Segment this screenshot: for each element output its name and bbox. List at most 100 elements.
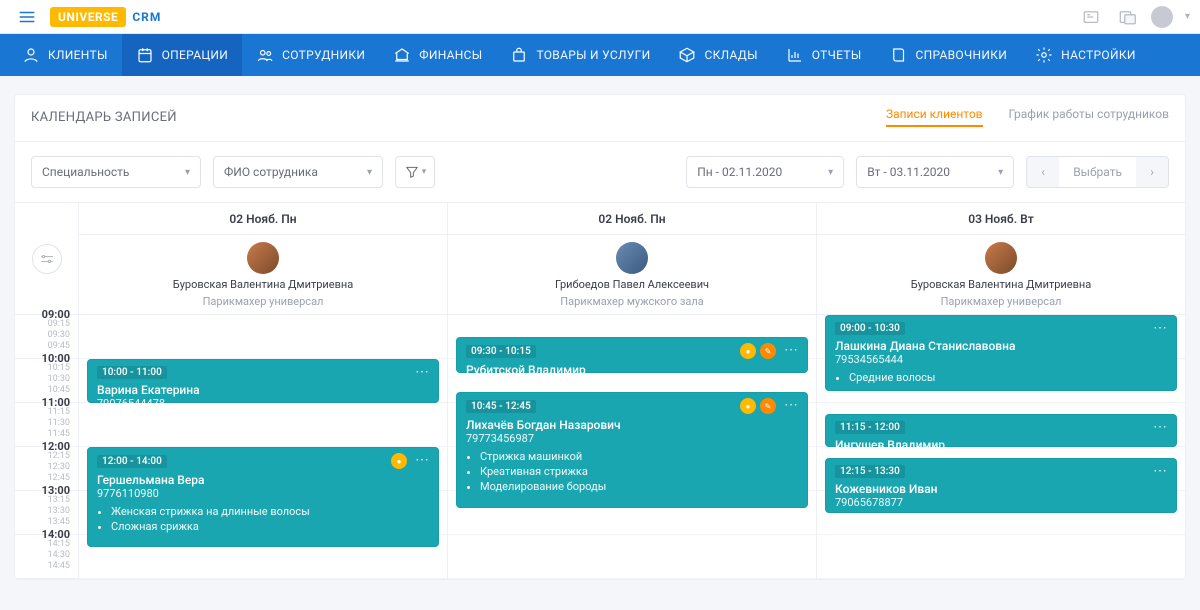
prev-period-button[interactable]: ‹ <box>1027 156 1059 188</box>
logo-suffix: CRM <box>132 10 161 24</box>
status-badge-icon: ● <box>740 398 756 414</box>
sub-label: 10:30 <box>48 374 70 384</box>
user-avatar[interactable] <box>1151 6 1173 28</box>
user-icon <box>22 46 40 64</box>
more-icon[interactable]: ⋯ <box>411 453 429 469</box>
event-card[interactable]: 10:00 - 11:00⋯Варина Екатерина7907654447… <box>87 359 439 403</box>
event-card[interactable]: 09:00 - 10:30⋯Лашкина Диана Станиславовн… <box>825 315 1177 391</box>
sub-label: 14:30 <box>48 550 70 560</box>
sub-label: 10:45 <box>48 385 70 395</box>
event-time: 10:00 - 11:00 <box>97 366 167 379</box>
event-card[interactable]: 10:45 - 12:45●✎⋯Лихачёв Богдан Назарович… <box>456 392 808 508</box>
widget-icon-2[interactable] <box>1115 5 1139 29</box>
date-to-value: Вт - 03.11.2020 <box>867 165 950 179</box>
tab-client-records[interactable]: Записи клиентов <box>886 107 983 127</box>
calendar-grid: 09:0009:1509:3009:4510:0010:1510:3010:45… <box>15 202 1185 579</box>
staff-avatar[interactable] <box>616 242 648 274</box>
nav-label: НАСТРОЙКИ <box>1061 48 1136 62</box>
staff-name: Грибоедов Павел Алексеевич <box>555 278 709 291</box>
staff-placeholder: ФИО сотрудника <box>224 165 318 179</box>
service-list: Женская стрижка на длинные волосыСложная… <box>97 505 429 533</box>
event-card[interactable]: 12:00 - 14:00●⋯Гершельмана Вера977611098… <box>87 447 439 547</box>
sub-label: 13:45 <box>48 517 70 527</box>
tab-staff-schedule[interactable]: График работы сотрудников <box>1009 107 1169 127</box>
event-time: 09:30 - 10:15 <box>466 345 536 358</box>
nav-item-5[interactable]: СКЛАДЫ <box>664 34 771 76</box>
service-list: Средние волосы <box>835 371 1167 384</box>
staff-name: Буровская Валентина Дмитриевна <box>173 278 353 291</box>
staff-avatar[interactable] <box>985 242 1017 274</box>
more-icon[interactable]: ⋯ <box>780 398 798 414</box>
sub-label: 13:30 <box>48 506 70 516</box>
event-time: 09:00 - 10:30 <box>835 322 905 335</box>
staff-header: Буровская Валентина ДмитриевнаПарикмахер… <box>79 235 447 315</box>
day-column-2: 03 Нояб. ВтБуровская Валентина Дмитриевн… <box>817 203 1185 579</box>
main-nav: КЛИЕНТЫ ОПЕРАЦИИСОТРУДНИКИ ФИНАНСЫ ТОВАРЫ И… <box>0 34 1200 76</box>
sub-label: 12:15 <box>48 451 70 461</box>
staff-role: Парикмахер мужского зала <box>560 295 704 308</box>
more-icon[interactable]: ⋯ <box>1149 321 1167 335</box>
event-time: 12:00 - 14:00 <box>97 455 167 468</box>
bag-icon <box>510 46 528 64</box>
event-client-name: Рубитской Владимир <box>466 363 798 373</box>
sub-label: 14:45 <box>48 561 70 571</box>
period-select-label[interactable]: Выбрать <box>1059 165 1136 179</box>
more-icon[interactable]: ⋯ <box>1149 420 1167 434</box>
user-menu-caret-icon[interactable]: ▾ <box>1185 11 1190 22</box>
more-icon[interactable]: ⋯ <box>411 365 429 379</box>
filter-button[interactable]: ▾ <box>395 156 435 188</box>
staff-name: Буровская Валентина Дмитриевна <box>911 278 1091 291</box>
day-date: 03 Нояб. Вт <box>817 203 1185 235</box>
logo[interactable]: UNIVERSE CRM <box>50 7 161 27</box>
staff-header: Буровская Валентина ДмитриевнаПарикмахер… <box>817 235 1185 315</box>
sub-label: 09:30 <box>48 330 70 340</box>
nav-item-7[interactable]: СПРАВОЧНИКИ <box>876 34 1022 76</box>
event-card[interactable]: 12:15 - 13:30⋯Кожевников Иван79065678877 <box>825 458 1177 513</box>
chevron-down-icon: ▾ <box>359 167 372 178</box>
event-phone: 79534565444 <box>835 353 1167 366</box>
nav-item-4[interactable]: ТОВАРЫ И УСЛУГИ <box>496 34 664 76</box>
sub-label: 09:15 <box>48 319 70 329</box>
specialty-placeholder: Специальность <box>42 165 129 179</box>
time-column: 09:0009:1509:3009:4510:0010:1510:3010:45… <box>15 203 79 579</box>
status-badge-icon: ✎ <box>760 398 776 414</box>
event-card[interactable]: 09:30 - 10:15●✎⋯Рубитской Владимир <box>456 337 808 373</box>
event-card[interactable]: 11:15 - 12:00⋯Ингушев Владимир <box>825 414 1177 447</box>
widget-icon-1[interactable] <box>1079 5 1103 29</box>
page-header: КАЛЕНДАРЬ ЗАПИСЕЙ Записи клиентов График… <box>15 95 1185 142</box>
staff-select[interactable]: ФИО сотрудника ▾ <box>213 156 383 188</box>
specialty-select[interactable]: Специальность ▾ <box>31 156 201 188</box>
calendar-settings-button[interactable] <box>32 244 62 274</box>
nav-item-3[interactable]: ФИНАНСЫ <box>379 34 496 76</box>
service-item: Креативная стрижка <box>480 465 798 478</box>
nav-label: КЛИЕНТЫ <box>48 48 108 62</box>
nav-item-6[interactable]: ОТЧЕТЫ <box>772 34 876 76</box>
nav-item-0[interactable]: КЛИЕНТЫ <box>8 34 122 76</box>
date-from-value: Пн - 02.11.2020 <box>697 165 782 179</box>
users-icon <box>256 46 274 64</box>
event-time: 12:15 - 13:30 <box>835 465 905 478</box>
sub-label: 12:30 <box>48 462 70 472</box>
event-client-name: Лихачёв Богдан Назарович <box>466 418 798 432</box>
date-from-select[interactable]: Пн - 02.11.2020 ▾ <box>686 156 844 188</box>
nav-item-8[interactable]: НАСТРОЙКИ <box>1021 34 1150 76</box>
event-client-name: Ингушев Владимир <box>835 438 1167 447</box>
service-item: Средние волосы <box>849 371 1167 384</box>
date-to-select[interactable]: Вт - 03.11.2020 ▾ <box>856 156 1014 188</box>
service-item: Сложная срижка <box>111 520 429 533</box>
event-phone: 9776110980 <box>97 487 429 500</box>
more-icon[interactable]: ⋯ <box>1149 464 1167 478</box>
staff-avatar[interactable] <box>247 242 279 274</box>
next-period-button[interactable]: › <box>1136 156 1168 188</box>
menu-icon[interactable] <box>10 0 44 34</box>
nav-item-1[interactable]: ОПЕРАЦИИ <box>122 34 243 76</box>
chevron-down-icon: ▾ <box>422 167 427 177</box>
chevron-down-icon: ▾ <box>820 167 833 178</box>
more-icon[interactable]: ⋯ <box>780 343 798 359</box>
event-phone: 79065678877 <box>835 496 1167 509</box>
day-column-1: 02 Нояб. ПнГрибоедов Павел АлексеевичПар… <box>448 203 817 579</box>
nav-label: ТОВАРЫ И УСЛУГИ <box>536 48 650 62</box>
nav-label: СКЛАДЫ <box>704 48 757 62</box>
nav-label: ФИНАНСЫ <box>419 48 482 62</box>
nav-item-2[interactable]: СОТРУДНИКИ <box>242 34 379 76</box>
